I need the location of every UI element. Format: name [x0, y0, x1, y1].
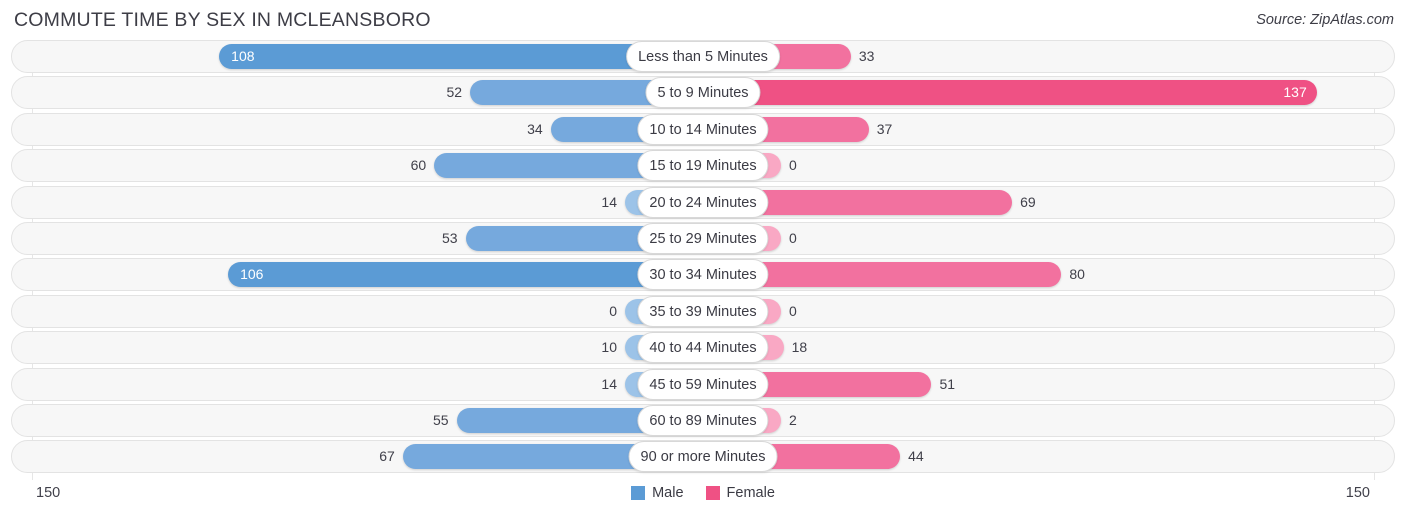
bar-row: 60 0 15 to 19 Minutes — [0, 149, 1406, 183]
chart-plot-area: 108 33 Less than 5 Minutes 52 137 5 to 9 Minu… — [0, 40, 1406, 480]
bar-row: 67 44 90 or more Minutes — [0, 440, 1406, 474]
bar-value-female: 0 — [789, 157, 797, 174]
category-label-pill: Less than 5 Minutes — [626, 41, 780, 72]
bar-row: 108 33 Less than 5 Minutes — [0, 40, 1406, 73]
bar-value-female: 80 — [1069, 266, 1085, 283]
row-bars: 106 80 30 to 34 Minutes — [0, 258, 1406, 291]
bar-value-female: 51 — [939, 375, 956, 392]
row-bars: 14 69 20 to 24 Minutes — [0, 186, 1406, 219]
bar-value-female: 44 — [908, 448, 924, 465]
category-label-pill: 30 to 34 Minutes — [637, 259, 769, 291]
bar-value-female: 0 — [789, 302, 797, 319]
bar-row: 34 37 10 to 14 Minutes — [0, 112, 1406, 146]
bar-value-male: 14 — [601, 193, 617, 210]
row-bars: 55 2 60 to 89 Minutes — [0, 404, 1406, 437]
bar-value-female: 69 — [1020, 193, 1036, 210]
legend-swatch-icon — [631, 486, 646, 500]
category-label-pill: 35 to 39 Minutes — [637, 295, 769, 327]
bar-value-female: 2 — [789, 411, 797, 428]
bar-value-male: 0 — [609, 302, 617, 319]
category-label-pill: 45 to 59 Minutes — [637, 368, 769, 400]
bar-value-male: 52 — [446, 84, 463, 101]
bar-row: 52 137 5 to 9 Minutes — [0, 76, 1406, 110]
bar-row: 10 18 40 to 44 Minutes — [0, 331, 1406, 365]
category-label-pill: 60 to 89 Minutes — [637, 404, 769, 436]
bar-row: 14 69 20 to 24 Minutes — [0, 185, 1406, 219]
row-bars: 14 51 45 to 59 Minutes — [0, 368, 1406, 401]
bar-value-male: 67 — [379, 448, 395, 465]
bar-male[interactable] — [228, 262, 703, 288]
legend-item[interactable]: Male — [631, 485, 684, 501]
category-label-pill: 10 to 14 Minutes — [637, 113, 769, 145]
bar-value-male: 106 — [240, 266, 264, 283]
bar-value-male: 14 — [601, 375, 617, 392]
category-label-pill: 5 to 9 Minutes — [645, 77, 761, 109]
bar-value-female: 33 — [858, 48, 875, 64]
bar-value-male: 53 — [441, 229, 458, 246]
bar-value-female: 0 — [789, 229, 797, 246]
row-bars: 108 33 Less than 5 Minutes — [0, 40, 1406, 73]
legend-item[interactable]: Female — [705, 485, 775, 501]
chart-legend: Male Female — [0, 485, 1406, 501]
row-bars: 10 18 40 to 44 Minutes — [0, 331, 1406, 364]
row-bars: 52 137 5 to 9 Minutes — [0, 76, 1406, 109]
category-label-pill: 20 to 24 Minutes — [637, 186, 769, 218]
bar-value-male: 55 — [433, 411, 449, 428]
bar-value-female: 37 — [876, 120, 893, 137]
bar-value-male: 34 — [527, 120, 543, 137]
bar-row: 14 51 45 to 59 Minutes — [0, 367, 1406, 401]
bar-rows: 108 33 Less than 5 Minutes 52 137 5 to 9 Minu… — [0, 40, 1406, 474]
bar-row: 53 0 25 to 29 Minutes — [0, 221, 1406, 255]
chart-header: COMMUTE TIME BY SEX IN MCLEANSBORO Sourc… — [0, 0, 1406, 40]
row-bars: 0 0 35 to 39 Minutes — [0, 295, 1406, 328]
legend-swatch-icon — [705, 486, 720, 500]
page-title: COMMUTE TIME BY SEX IN MCLEANSBORO — [14, 9, 431, 31]
bar-row: 55 2 60 to 89 Minutes — [0, 403, 1406, 437]
row-bars: 67 44 90 or more Minutes — [0, 440, 1406, 473]
legend-label: Female — [726, 485, 775, 501]
row-bars: 60 0 15 to 19 Minutes — [0, 149, 1406, 182]
bar-value-male: 60 — [410, 157, 427, 174]
bar-value-male: 108 — [231, 48, 255, 64]
bar-row: 0 0 35 to 39 Minutes — [0, 294, 1406, 328]
source-attribution: Source: ZipAtlas.com — [1256, 12, 1394, 28]
row-bars: 53 0 25 to 29 Minutes — [0, 222, 1406, 255]
bar-value-female: 18 — [791, 339, 808, 356]
chart-footer: 150 150 Male Female — [0, 481, 1406, 522]
row-bars: 34 37 10 to 14 Minutes — [0, 113, 1406, 146]
bar-value-male: 10 — [601, 339, 617, 356]
category-label-pill: 25 to 29 Minutes — [637, 222, 769, 254]
bar-row: 106 80 30 to 34 Minutes — [0, 258, 1406, 292]
bar-value-female: 137 — [1283, 84, 1307, 101]
category-label-pill: 15 to 19 Minutes — [637, 150, 769, 182]
category-label-pill: 40 to 44 Minutes — [637, 332, 769, 364]
legend-label: Male — [652, 485, 684, 501]
bar-female[interactable] — [703, 80, 1317, 106]
category-label-pill: 90 or more Minutes — [628, 441, 778, 473]
